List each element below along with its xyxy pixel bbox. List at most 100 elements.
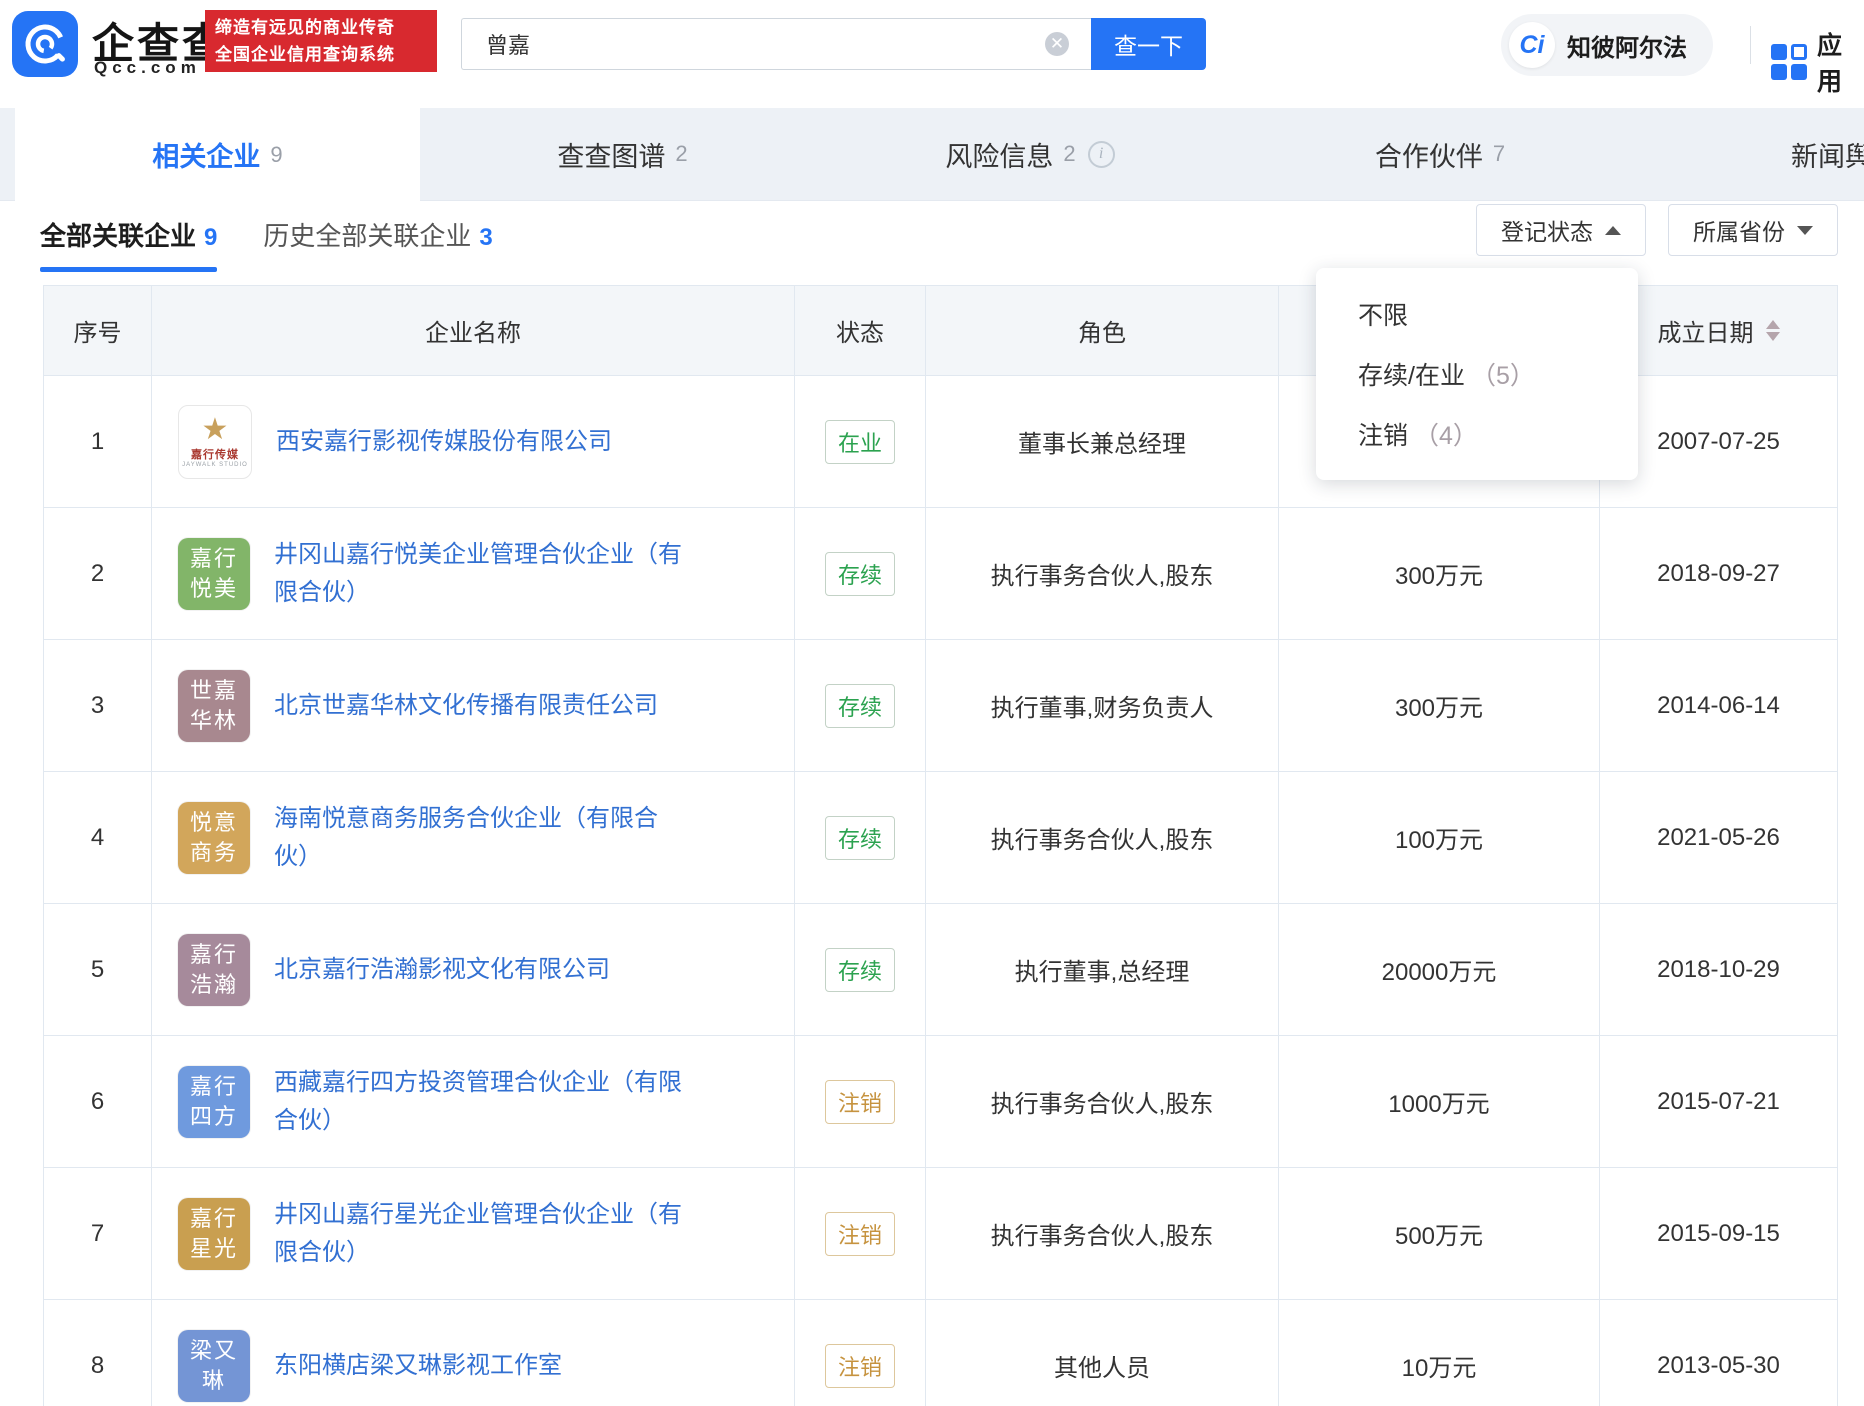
site-header: 企查查 Qcc.com 缔造有远见的商业传奇 全国企业信用查询系统 ✕ 查一下 … — [0, 0, 1864, 96]
tab-label: 风险信息 — [945, 141, 1054, 172]
status-cell: 注销 — [795, 1168, 926, 1300]
logo-line: 悦意 — [189, 809, 238, 835]
qcc-logo-icon[interactable] — [12, 11, 78, 77]
company-logo[interactable]: 世嘉 华林 — [178, 669, 250, 742]
company-logo[interactable]: 嘉行 悦美 — [178, 537, 250, 610]
registration-status-dropdown: 不限 存续/在业 （5） 注销 （4） — [1316, 268, 1638, 480]
company-name-link[interactable]: 海南悦意商务服务合伙企业（有限合伙） — [274, 800, 686, 876]
company-name-link[interactable]: 井冈山嘉行悦美企业管理合伙企业（有限合伙） — [274, 536, 686, 612]
logo-line: 梁又 — [189, 1337, 238, 1363]
company-logo[interactable]: 梁又琳 — [178, 1329, 250, 1402]
company-cell: 梁又琳东阳横店梁又琳影视工作室 — [152, 1300, 795, 1406]
status-badge: 存续 — [824, 815, 895, 860]
tab-查查图谱[interactable]: 查查图谱 2 — [420, 108, 825, 200]
row-number: 8 — [44, 1300, 152, 1406]
tab-label: 新闻舆情 — [1791, 141, 1864, 172]
province-filter[interactable]: 所属省份 — [1668, 204, 1838, 256]
header-divider — [1750, 26, 1751, 64]
dropdown-item-不限[interactable]: 不限 — [1316, 284, 1638, 344]
zhibi-alpha-icon: Ci — [1509, 22, 1555, 68]
dropdown-item-存续/在业[interactable]: 存续/在业 （5） — [1316, 344, 1638, 404]
status-badge: 存续 — [824, 551, 895, 596]
role-cell: 董事长兼总经理 — [926, 376, 1279, 508]
status-badge: 在业 — [824, 419, 895, 464]
qcc-related-companies-page: 企查查 Qcc.com 缔造有远见的商业传奇 全国企业信用查询系统 ✕ 查一下 … — [0, 0, 1864, 1406]
capital-cell: 300万元 — [1279, 508, 1600, 640]
company-name-link[interactable]: 西藏嘉行四方投资管理合伙企业（有限合伙） — [274, 1064, 686, 1140]
tab-bar: 相关企业9 查查图谱 2 风险信息2i合作伙伴7 新闻舆情 — [0, 108, 1864, 201]
logo-line: 华林 — [189, 707, 238, 733]
tab-合作伙伴[interactable]: 合作伙伴 7 — [1235, 108, 1645, 200]
logo-line: 嘉行 — [189, 941, 238, 967]
role-cell: 执行董事,财务负责人 — [926, 640, 1279, 772]
dropdown-item-注销[interactable]: 注销 （4） — [1316, 404, 1638, 464]
zhibi-alpha-label: 知彼阿尔法 — [1567, 34, 1687, 62]
company-name-link[interactable]: 北京嘉行浩瀚影视文化有限公司 — [274, 951, 610, 989]
zhibi-alpha-link[interactable]: Ci 知彼阿尔法 — [1501, 14, 1713, 76]
subtab-history-related[interactable]: 历史全部关联企业 3 — [263, 216, 492, 272]
role-cell: 执行事务合伙人,股东 — [926, 508, 1279, 640]
company-logo[interactable]: 悦意 商务 — [178, 801, 250, 874]
status-badge: 注销 — [824, 1211, 895, 1256]
capital-cell: 500万元 — [1279, 1168, 1600, 1300]
company-logo[interactable]: 嘉行 四方 — [178, 1065, 250, 1138]
province-label: 所属省份 — [1693, 219, 1785, 245]
capital-cell: 10万元 — [1279, 1300, 1600, 1406]
role-cell: 执行事务合伙人,股东 — [926, 1168, 1279, 1300]
dropdown-item-count: （5） — [1470, 362, 1535, 390]
company-logo[interactable]: 嘉行 浩瀚 — [178, 933, 250, 1006]
company-name-link[interactable]: 北京世嘉华林文化传播有限责任公司 — [274, 687, 658, 725]
search-button[interactable]: 查一下 — [1091, 18, 1206, 70]
apps-label: 应用 — [1817, 32, 1843, 96]
date-cell: 2015-09-15 — [1600, 1168, 1837, 1300]
info-icon[interactable]: i — [1087, 140, 1115, 168]
dropdown-item-count: （4） — [1414, 422, 1478, 450]
company-name-link[interactable]: 西安嘉行影视传媒股份有限公司 — [276, 423, 612, 461]
company-cell: 嘉行 浩瀚 北京嘉行浩瀚影视文化有限公司 — [152, 904, 795, 1036]
tab-count: 7 — [1492, 141, 1506, 166]
star-icon: ★ — [201, 413, 229, 446]
tab-风险信息[interactable]: 风险信息 2 i — [825, 108, 1235, 200]
clear-search-icon[interactable]: ✕ — [1045, 32, 1069, 56]
apps-link[interactable]: 应用 — [1771, 26, 1864, 98]
date-cell: 2013-05-30 — [1600, 1300, 1837, 1406]
subtab-all-related[interactable]: 全部关联企业 9 — [40, 216, 218, 272]
registration-status-filter[interactable]: 登记状态 — [1476, 204, 1646, 256]
table-row: 7 嘉行 星光 井冈山嘉行星光企业管理合伙企业（有限合伙） 注销 执行事务合伙人,股东 50… — [44, 1168, 1837, 1300]
status-cell: 存续 — [795, 904, 926, 1036]
table-row: 5 嘉行 浩瀚 北京嘉行浩瀚影视文化有限公司 存续 执行董事,总经理 20000万元 2018… — [44, 904, 1837, 1036]
status-cell: 注销 — [795, 1300, 926, 1406]
company-logo[interactable]: 嘉行 星光 — [178, 1197, 250, 1270]
subtab-label: 历史全部关联企业 — [263, 221, 472, 251]
column-header-4: 角色 — [926, 286, 1279, 376]
company-cell: ★ 嘉行传媒 JAYWALK STUDIO 西安嘉行影视传媒股份有限公司 — [152, 376, 795, 508]
registration-status-label: 登记状态 — [1501, 219, 1593, 245]
tab-相关企业[interactable]: 相关企业 9 — [15, 108, 420, 201]
logo-line: 商务 — [189, 839, 238, 865]
table-row: 2 嘉行 悦美 井冈山嘉行悦美企业管理合伙企业（有限合伙） 存续 执行事务合伙人,股东 30… — [44, 508, 1837, 640]
tab-label: 查查图谱 — [557, 141, 666, 172]
company-name-link[interactable]: 井冈山嘉行星光企业管理合伙企业（有限合伙） — [274, 1196, 686, 1272]
capital-cell: 300万元 — [1279, 640, 1600, 772]
row-number: 6 — [44, 1036, 152, 1168]
row-number: 7 — [44, 1168, 152, 1300]
status-badge: 注销 — [824, 1343, 895, 1388]
apps-grid-icon — [1771, 44, 1807, 80]
row-number: 5 — [44, 904, 152, 1036]
logo-line: 世嘉 — [189, 677, 238, 703]
slogan-banner: 缔造有远见的商业传奇 全国企业信用查询系统 — [205, 10, 437, 72]
company-logo[interactable]: ★ 嘉行传媒 JAYWALK STUDIO — [178, 404, 252, 479]
company-name-link[interactable]: 东阳横店梁又琳影视工作室 — [274, 1347, 562, 1385]
tab-count: 2 — [675, 141, 688, 166]
date-cell: 2014-06-14 — [1600, 640, 1837, 772]
company-cell: 世嘉 华林 北京世嘉华林文化传播有限责任公司 — [152, 640, 795, 772]
tab-新闻舆情[interactable]: 新闻舆情 — [1645, 108, 1864, 200]
date-cell: 2015-07-21 — [1600, 1036, 1837, 1168]
search-input[interactable] — [461, 18, 1091, 70]
company-cell: 嘉行 四方 西藏嘉行四方投资管理合伙企业（有限合伙） — [152, 1036, 795, 1168]
company-cell: 悦意 商务 海南悦意商务服务合伙企业（有限合伙） — [152, 772, 795, 904]
table-row: 4 悦意 商务 海南悦意商务服务合伙企业（有限合伙） 存续 执行事务合伙人,股东 100万元… — [44, 772, 1837, 904]
row-number: 4 — [44, 772, 152, 904]
slogan-line1: 缔造有远见的商业传奇 — [215, 18, 395, 37]
sub-tabs: 全部关联企业 9 历史全部关联企业 3 — [40, 216, 539, 272]
